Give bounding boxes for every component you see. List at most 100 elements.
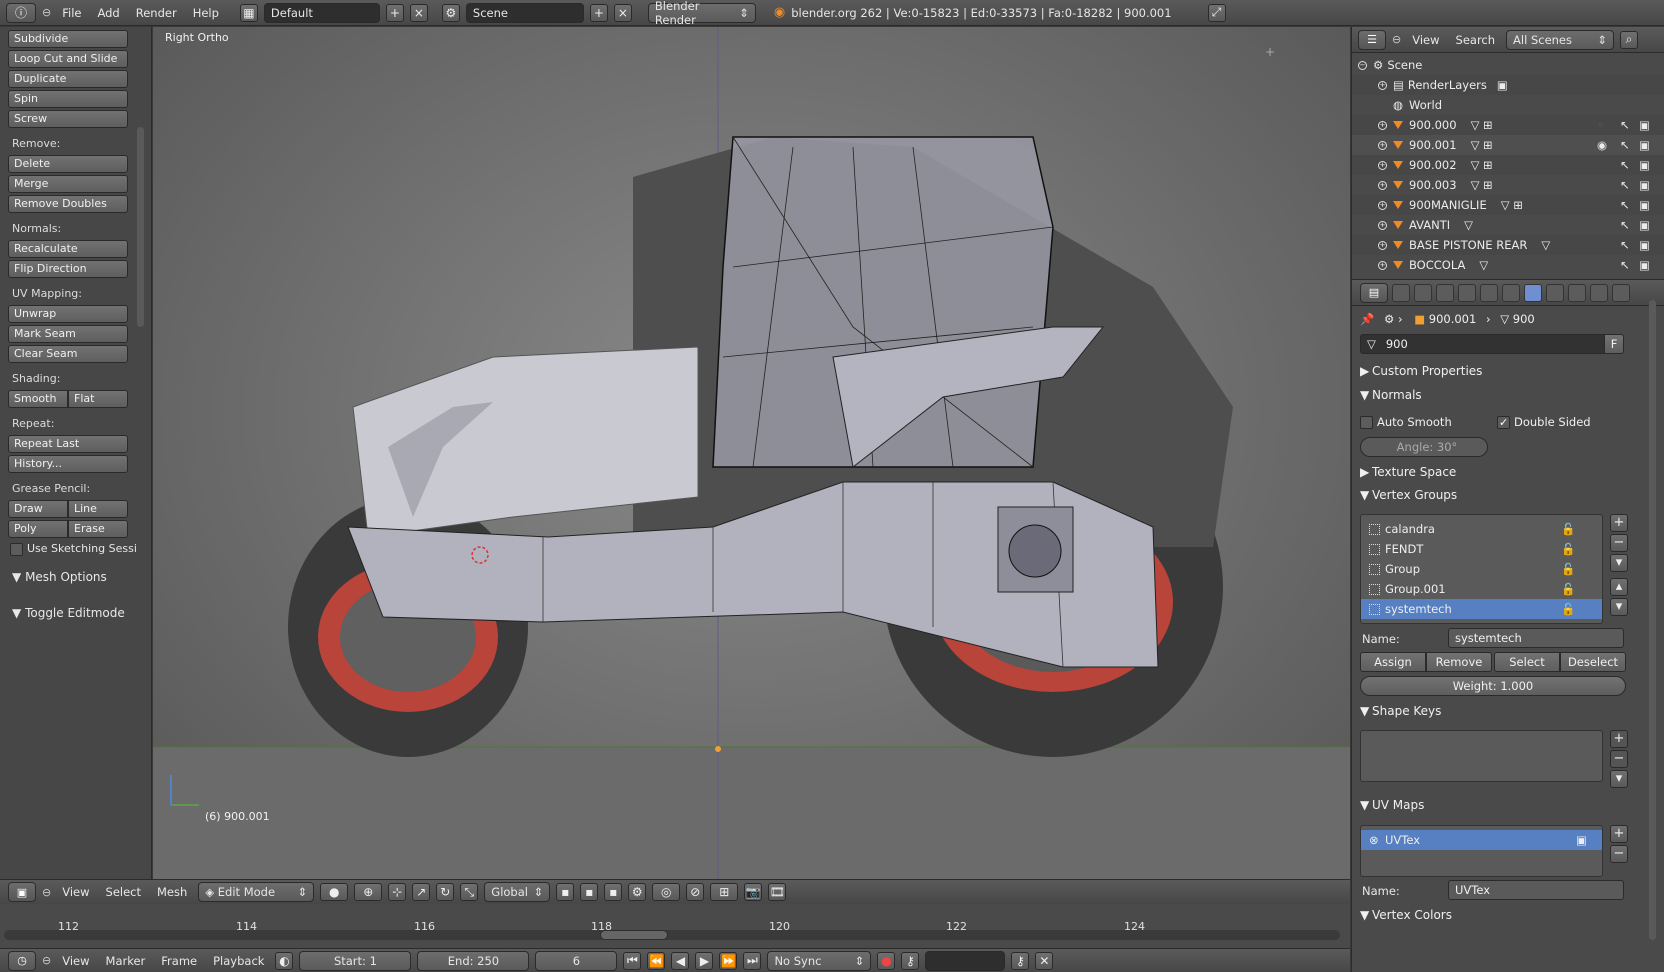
select-arrow-icon[interactable]: ↖ — [1620, 138, 1630, 152]
sketching-checkbox[interactable]: Use Sketching Sessi — [10, 542, 136, 556]
custom-properties-panel[interactable]: ▶ Custom Properties — [1360, 364, 1635, 378]
duplicate-button[interactable]: Duplicate — [8, 70, 128, 88]
remove-shape-key-button[interactable]: − — [1610, 750, 1628, 768]
editor-type-button[interactable]: ▤ — [1360, 282, 1388, 303]
render-anim-icon[interactable]: 🎞 — [768, 883, 787, 901]
remove-scene-button[interactable]: × — [613, 3, 632, 22]
scene-field[interactable]: Scene — [465, 2, 584, 23]
outliner-row[interactable]: + 900.001 ▽ ⊞ ◉ ↖ ▣ — [1352, 135, 1664, 155]
remove-group-button[interactable]: − — [1610, 534, 1628, 552]
toggle-editmode-panel[interactable]: ▼ Toggle Editmode — [12, 606, 143, 620]
mesh-options-panel[interactable]: ▼ Mesh Options — [12, 570, 143, 584]
merge-button[interactable]: Merge — [8, 175, 128, 193]
texture-tab-icon[interactable] — [1568, 283, 1586, 302]
menu-add[interactable]: Add — [92, 6, 124, 20]
flat-button[interactable]: Flat — [68, 390, 128, 408]
layer-icon[interactable]: ▪ — [604, 883, 623, 901]
select-arrow-icon[interactable]: ↖ — [1620, 198, 1630, 212]
add-scene-button[interactable]: + — [589, 3, 608, 22]
draw-button[interactable]: Draw — [8, 500, 68, 518]
object-tab-icon[interactable] — [1458, 283, 1476, 302]
prev-keyframe-icon[interactable]: ⏪ — [647, 951, 666, 970]
spin-button[interactable]: Spin — [8, 90, 128, 108]
move-down-button[interactable]: ▾ — [1610, 598, 1628, 616]
poly-button[interactable]: Poly — [8, 520, 68, 538]
list-item[interactable]: FENDT 🔓 — [1361, 539, 1602, 559]
lock-icon[interactable]: 🔓 — [1561, 562, 1575, 576]
sketching-check[interactable] — [10, 542, 23, 556]
list-item[interactable]: ⊗ UVTex ▣ — [1361, 830, 1602, 850]
remove-layout-button[interactable]: × — [409, 3, 428, 22]
end-frame-field[interactable]: End: 250 — [417, 950, 530, 971]
select-arrow-icon[interactable]: ↖ — [1620, 218, 1630, 232]
remove-doubles-button[interactable]: Remove Doubles — [8, 195, 128, 213]
uv-maps-panel[interactable]: ▼ UV Maps — [1360, 798, 1635, 812]
outliner-row[interactable]: − ⚙ Scene — [1352, 55, 1664, 75]
subdivide-button[interactable]: Subdivide — [8, 30, 128, 48]
render-camera-icon[interactable]: ▣ — [1639, 178, 1650, 192]
fullscreen-icon[interactable]: ⤢ — [1207, 3, 1226, 22]
jump-start-icon[interactable]: ⏮ — [623, 951, 642, 970]
snap-icon[interactable]: ⊘ — [686, 883, 705, 901]
select-arrow-icon[interactable]: ↖ — [1620, 238, 1630, 252]
lock-icon[interactable]: 🔓 — [1561, 602, 1575, 616]
uv-map-list[interactable]: ⊗ UVTex ▣ — [1360, 825, 1603, 877]
select-arrow-icon[interactable]: ↖ — [1620, 118, 1630, 132]
menu-search[interactable]: Search — [1451, 33, 1501, 47]
shape-key-specials-button[interactable]: ▾ — [1610, 770, 1628, 788]
texture-space-panel[interactable]: ▶ Texture Space — [1360, 465, 1635, 479]
layer-icon[interactable]: ▪ — [580, 883, 599, 901]
history-button[interactable]: History... — [8, 455, 128, 473]
double-sided-checkbox[interactable]: Double Sided — [1497, 415, 1591, 429]
expand-icon[interactable]: + — [1378, 80, 1387, 90]
start-frame-field[interactable]: Start: 1 — [299, 950, 412, 971]
outliner-row[interactable]: + 900MANIGLIE ▽ ⊞ ↖ ▣ — [1352, 195, 1664, 215]
select-arrow-icon[interactable]: ↖ — [1620, 258, 1630, 272]
collapse-menu-icon[interactable]: ⊖ — [42, 954, 51, 967]
outliner-row[interactable]: + ▤ RenderLayers ▣ — [1352, 75, 1664, 95]
weight-slider[interactable]: Weight: 1.000 — [1360, 676, 1626, 696]
outliner-row[interactable]: + BASE PISTONE REAR ▽ ↖ ▣ — [1352, 235, 1664, 255]
expand-icon[interactable]: + — [1378, 260, 1387, 270]
pin-icon[interactable]: 📌 — [1360, 312, 1374, 326]
material-tab-icon[interactable] — [1546, 283, 1564, 302]
add-layout-button[interactable]: + — [385, 3, 404, 22]
deselect-button[interactable]: Deselect — [1560, 652, 1626, 672]
menu-view[interactable]: View — [57, 885, 94, 899]
outliner-row[interactable]: + BOCCOLA ▽ ↖ ▣ — [1352, 255, 1664, 275]
render-camera-icon[interactable]: ▣ — [1639, 238, 1650, 252]
corner-plus-icon[interactable]: + — [1265, 45, 1275, 59]
delete-key-icon[interactable]: ✕ — [1035, 951, 1054, 970]
menu-file[interactable]: File — [57, 6, 86, 20]
shape-keys-panel[interactable]: ▼ Shape Keys — [1360, 704, 1635, 718]
timeline-area[interactable]: 112 114 116 118 120 122 124 — [0, 904, 1350, 948]
expand-icon[interactable]: + — [1378, 140, 1387, 150]
current-frame-field[interactable]: 6 — [535, 950, 618, 971]
vertex-group-name-field[interactable]: systemtech — [1448, 628, 1624, 648]
mark-seam-button[interactable]: Mark Seam — [8, 325, 128, 343]
collapse-menu-icon[interactable]: ⊖ — [42, 886, 51, 899]
preview-range-icon[interactable]: ◐ — [275, 951, 294, 970]
render-tab-icon[interactable] — [1392, 283, 1410, 302]
jump-end-icon[interactable]: ⏭ — [743, 951, 762, 970]
expand-icon[interactable]: + — [1378, 240, 1387, 250]
delete-button[interactable]: Delete — [8, 155, 128, 173]
occlude-icon[interactable]: ⚙ — [628, 883, 647, 901]
outliner-row[interactable]: ◍ World — [1352, 95, 1664, 115]
layer-icon[interactable]: ▪ — [556, 883, 575, 901]
list-item[interactable]: Group 🔓 — [1361, 559, 1602, 579]
clear-seam-button[interactable]: Clear Seam — [8, 345, 128, 363]
vertex-colors-panel[interactable]: ▼ Vertex Colors — [1360, 908, 1635, 922]
visibility-eye-icon[interactable]: ◦ — [1597, 118, 1604, 132]
list-item[interactable]: systemtech 🔓 — [1361, 599, 1602, 619]
sync-select[interactable]: No Sync ⇕ — [767, 950, 872, 971]
physics-tab-icon[interactable] — [1612, 283, 1630, 302]
render-camera-icon[interactable]: ▣ — [1639, 258, 1650, 272]
toolshelf-scrollbar[interactable] — [137, 127, 144, 327]
modifiers-tab-icon[interactable] — [1502, 283, 1520, 302]
menu-view[interactable]: View — [1407, 33, 1444, 47]
fake-user-button[interactable]: F — [1604, 334, 1624, 354]
render-engine-select[interactable]: Blender Render ⇕ — [647, 0, 756, 27]
menu-select[interactable]: Select — [101, 885, 146, 899]
manipulator-icon[interactable]: ⊹ — [388, 883, 407, 901]
